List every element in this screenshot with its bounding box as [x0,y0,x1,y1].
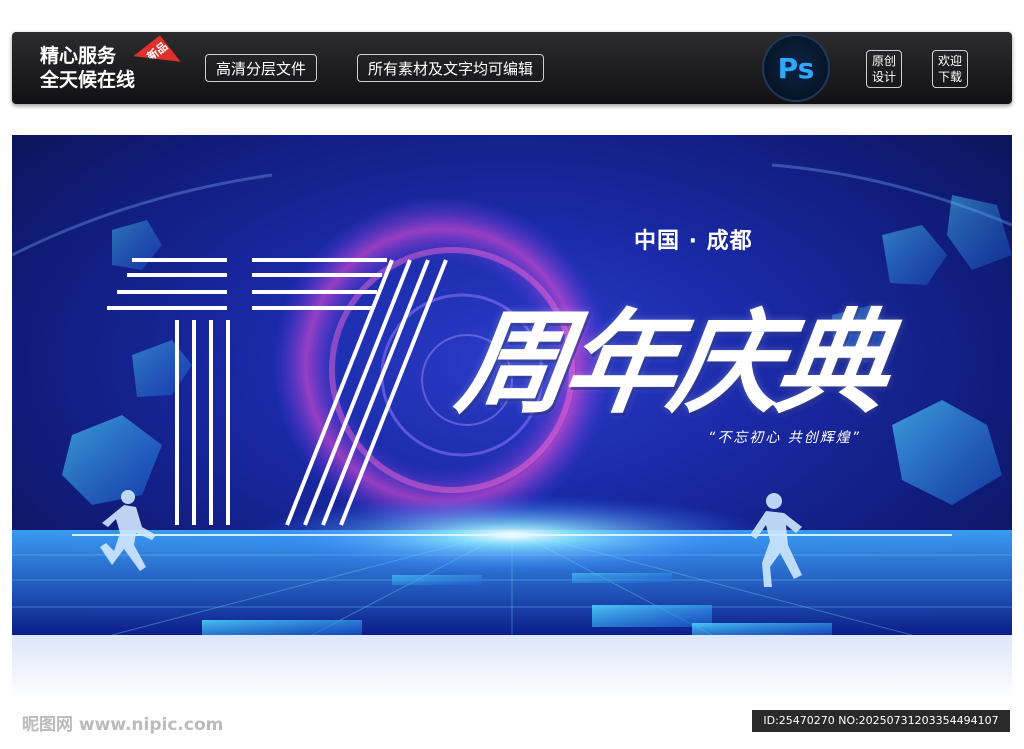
photoshop-icon: Ps [764,36,828,100]
original-line-2: 设计 [871,70,896,84]
download-line-1: 欢迎 [937,54,962,68]
hd-layered-file-tag: 高清分层文件 [205,54,318,82]
service-line-2: 全天候在线 [40,69,136,91]
anniversary-poster: 中国 · 成都 周年庆典 “不忘初心 共创辉煌” [12,135,1012,635]
photoshop-label: Ps [777,51,815,85]
service-text: 精心服务 全天候在线 [40,44,135,92]
download-line-2: 下载 [937,70,962,84]
service-line-1: 精心服务 [40,45,117,67]
anniversary-title: 周年庆典 [449,298,892,429]
city-label: 中国 · 成都 [634,229,753,254]
new-badge-text: 新品 [144,39,171,64]
welcome-download-tag: 欢迎 下载 [932,50,968,88]
editable-materials-tag: 所有素材及文字均可编辑 [357,54,545,82]
new-badge: 新品 [133,35,181,83]
image-id-label: ID:25470270 NO:20250731203354494107 [752,710,1010,732]
slogan-text: “不忘初心 共创辉煌” [708,430,861,446]
left-hex-panels [62,220,192,505]
original-line-1: 原创 [871,54,896,68]
poster-reflection [12,635,1012,700]
nipic-watermark-logo: 昵图网 www.nipic.com [22,715,224,735]
original-design-tag: 原创 设计 [866,50,902,88]
top-banner-bar: 精心服务 全天候在线 新品 高清分层文件 所有素材及文字均可编辑 Ps 原创 设… [12,32,1012,104]
